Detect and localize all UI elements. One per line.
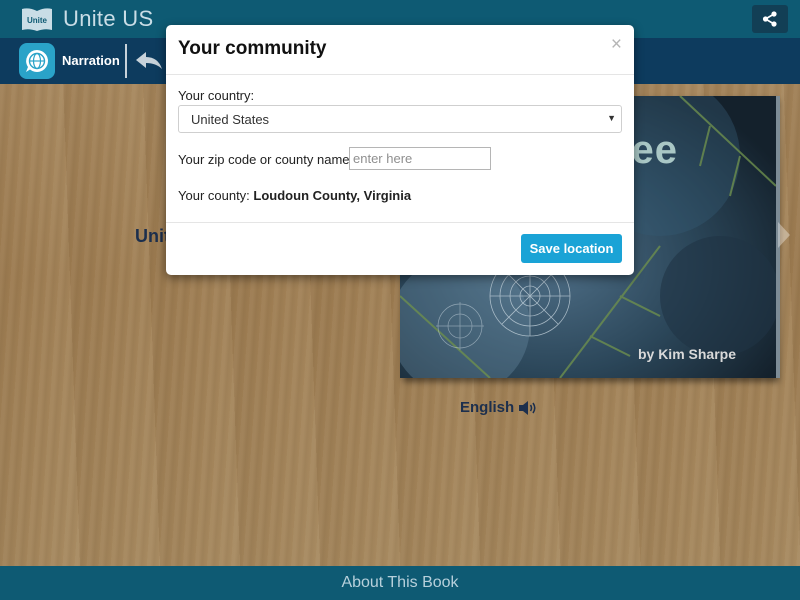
country-label: Your country: xyxy=(178,88,255,103)
country-select[interactable]: United States ▼ xyxy=(178,105,622,133)
community-modal: Your community × Your country: United St… xyxy=(166,25,634,275)
modal-footer: Save location xyxy=(166,223,634,273)
country-selected-value: United States xyxy=(191,112,270,127)
county-prefix: Your county: xyxy=(178,188,250,203)
zip-input[interactable] xyxy=(349,147,491,170)
close-icon[interactable]: × xyxy=(611,34,622,56)
save-location-button[interactable]: Save location xyxy=(521,234,622,263)
county-value: Loudoun County, Virginia xyxy=(253,188,412,203)
modal-body: Your country: United States ▼ Your zip c… xyxy=(166,75,634,223)
modal-title: Your community xyxy=(178,38,327,59)
modal-header: Your community × xyxy=(166,25,634,75)
zip-label: Your zip code or county name: xyxy=(178,152,354,167)
chevron-down-icon: ▼ xyxy=(607,113,616,123)
county-line: Your county: Loudoun County, Virginia xyxy=(178,188,411,203)
